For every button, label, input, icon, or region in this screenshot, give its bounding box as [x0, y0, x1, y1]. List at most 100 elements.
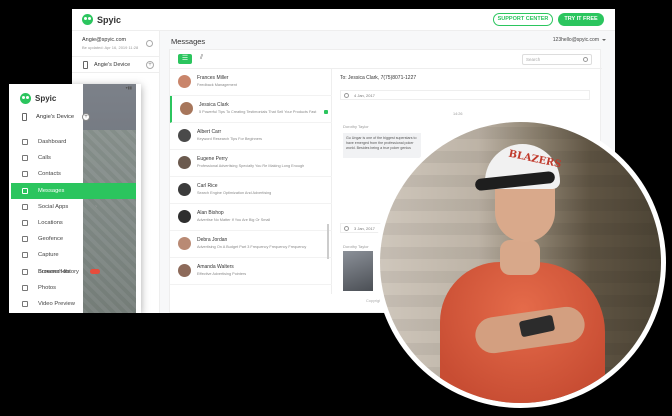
mobile-screen: ▾▮▮ Spyic Angie's Device + Dashboard Cal… — [11, 84, 136, 313]
conversation-item-active[interactable]: Jessica Clark 5 Powerful Tips To Creatin… — [170, 96, 332, 123]
add-device-icon[interactable]: + — [146, 61, 154, 69]
search-icon — [583, 57, 588, 62]
list-view-icon[interactable]: ☰ — [178, 54, 192, 64]
avatar — [178, 237, 191, 250]
account-dropdown[interactable]: 123hello@spyic.com — [553, 37, 607, 43]
brand-name: Spyic — [97, 14, 122, 25]
nav-label: Locations — [38, 219, 63, 226]
contact-name: Albert Carr — [197, 129, 222, 135]
message-preview: Professional Advertising Specialty You R… — [197, 164, 305, 168]
unread-indicator-icon — [324, 110, 328, 114]
mobile-device-selector[interactable]: Angie's Device + — [11, 109, 90, 126]
promo-photo: BLAZERS — [375, 117, 666, 408]
avatar — [178, 264, 191, 277]
conversation-list: Frances Miller Feedback Management Jessi… — [170, 69, 332, 294]
search-input[interactable]: Search — [522, 54, 592, 65]
conversation-item[interactable]: Albert Carr Keyword Research Tips For Be… — [170, 123, 332, 150]
nav-label: Dashboard — [38, 139, 67, 145]
new-badge-icon — [90, 268, 100, 274]
device-name: Angie's Device — [36, 114, 75, 120]
conversation-item[interactable]: Frances Miller Feedback Management — [170, 69, 332, 96]
nav-item-geofence[interactable]: Geofence — [11, 231, 83, 247]
message-preview: Search Engine Optimization And Advertisi… — [197, 191, 272, 195]
nav-label: Video Preview — [38, 300, 75, 307]
nav-label: Browser History — [38, 268, 79, 275]
page-title: Messages — [171, 37, 206, 46]
nav-label: Social Apps — [38, 203, 69, 210]
neck — [500, 240, 540, 275]
mobile-brand-logo[interactable]: Spyic — [20, 93, 56, 104]
messages-toolbar: ☰ ⫽ Search — [170, 50, 602, 69]
conversation-item[interactable]: Carl Rice Search Engine Optimization And… — [170, 177, 332, 204]
conversation-item[interactable]: Alan Bishop Advertise No Matter If You A… — [170, 204, 332, 231]
geofence-icon — [22, 236, 28, 243]
status-bar-icon: ▾▮▮ — [125, 85, 132, 90]
nav-item-social-apps[interactable]: Social Apps › — [11, 199, 97, 215]
device-selector[interactable]: Angie's Device + — [72, 56, 160, 73]
conversation-item[interactable]: Debra Jordan Advertising On A Budget Par… — [170, 231, 332, 258]
date-label: 4 Jan, 2017 — [354, 93, 375, 98]
phone-icon — [22, 155, 28, 162]
contact-name: Amanda Walters — [197, 264, 234, 270]
message-preview: Effective Advertising Pointers — [197, 272, 247, 276]
browser-icon — [22, 268, 28, 275]
camera-icon — [22, 252, 28, 259]
conversation-item[interactable]: Amanda Walters Effective Advertising Poi… — [170, 258, 332, 285]
nav-item-photos[interactable]: Photos — [11, 280, 83, 296]
add-device-icon[interactable]: + — [82, 113, 90, 121]
date-separator: 4 Jan, 2017 — [340, 90, 590, 100]
nav-item-locations[interactable]: Locations — [11, 215, 83, 231]
avatar — [178, 183, 191, 196]
contact-name: Carl Rice — [197, 183, 218, 189]
nav-label: Photos — [38, 284, 57, 291]
nav-item-messages[interactable]: Messages — [11, 182, 136, 199]
social-icon — [22, 203, 28, 210]
nav-item-capture-screenshots[interactable]: Capture Screenshots — [11, 247, 83, 275]
spyic-logo-icon — [20, 93, 31, 104]
nav-item-contacts[interactable]: Contacts — [11, 166, 83, 182]
nav-label: Calls — [38, 155, 51, 162]
photo-icon — [22, 284, 28, 291]
spyic-logo-icon — [82, 14, 93, 25]
image-attachment[interactable] — [343, 251, 373, 291]
mobile-nav: Dashboard Calls Contacts Messages Social… — [11, 134, 136, 312]
contact-name: Debra Jordan — [197, 237, 228, 243]
clock-icon — [344, 226, 349, 231]
mobile-app: ▾▮▮ Spyic Angie's Device + Dashboard Cal… — [9, 84, 141, 313]
message-time: 14:26 — [453, 112, 463, 116]
list-scrollbar[interactable] — [327, 224, 329, 259]
brand-name: Spyic — [35, 94, 57, 103]
nav-item-browser-history[interactable]: Browser History — [11, 264, 100, 280]
nav-label: Geofence — [38, 236, 64, 243]
clock-icon — [344, 93, 349, 98]
support-center-button[interactable]: SUPPORT CENTER — [493, 13, 553, 26]
sender-name: Dorothy Taylor — [343, 244, 369, 249]
settings-gear-icon[interactable] — [146, 40, 153, 47]
message-preview: Advertise No Matter If You Are Big Or Sm… — [197, 218, 271, 222]
top-bar: Spyic SUPPORT CENTER TRY IT FREE — [72, 9, 615, 31]
message-preview: 5 Powerful Tips To Creating Testimonials… — [199, 110, 317, 114]
conversation-item[interactable]: Eugene Perry Professional Advertising Sp… — [170, 150, 332, 177]
nav-item-calls[interactable]: Calls — [11, 150, 83, 166]
photo-man-texting: BLAZERS — [380, 122, 661, 403]
chart-view-icon[interactable]: ⫽ — [200, 54, 203, 62]
try-it-free-button[interactable]: TRY IT FREE — [558, 13, 604, 26]
avatar — [178, 75, 191, 88]
phone-icon — [83, 61, 88, 69]
brand-logo[interactable]: Spyic — [82, 14, 121, 25]
nav-item-dashboard[interactable]: Dashboard — [11, 134, 83, 150]
avatar — [178, 210, 191, 223]
location-icon — [22, 219, 28, 226]
message-preview: Keyword Research Tips For Beginners — [197, 137, 262, 141]
nav-item-video-preview[interactable]: Video Preview — [11, 296, 83, 312]
date-label: 3 Jan, 2017 — [354, 226, 375, 231]
account-updated: Be updated: Apr 16, 2019 11:28 — [82, 45, 139, 50]
dashboard-icon — [22, 139, 28, 145]
thread-recipient: To: Jessica Clark, 7(75)8071-1227 — [340, 75, 417, 81]
contact-name: Jessica Clark — [199, 102, 229, 108]
message-preview: Advertising On A Budget Part 3 Frequency… — [197, 245, 307, 249]
message-icon — [22, 187, 28, 194]
account-email: Angie@spyic.com — [82, 37, 127, 43]
avatar — [178, 129, 191, 142]
search-placeholder: Search — [526, 57, 541, 62]
